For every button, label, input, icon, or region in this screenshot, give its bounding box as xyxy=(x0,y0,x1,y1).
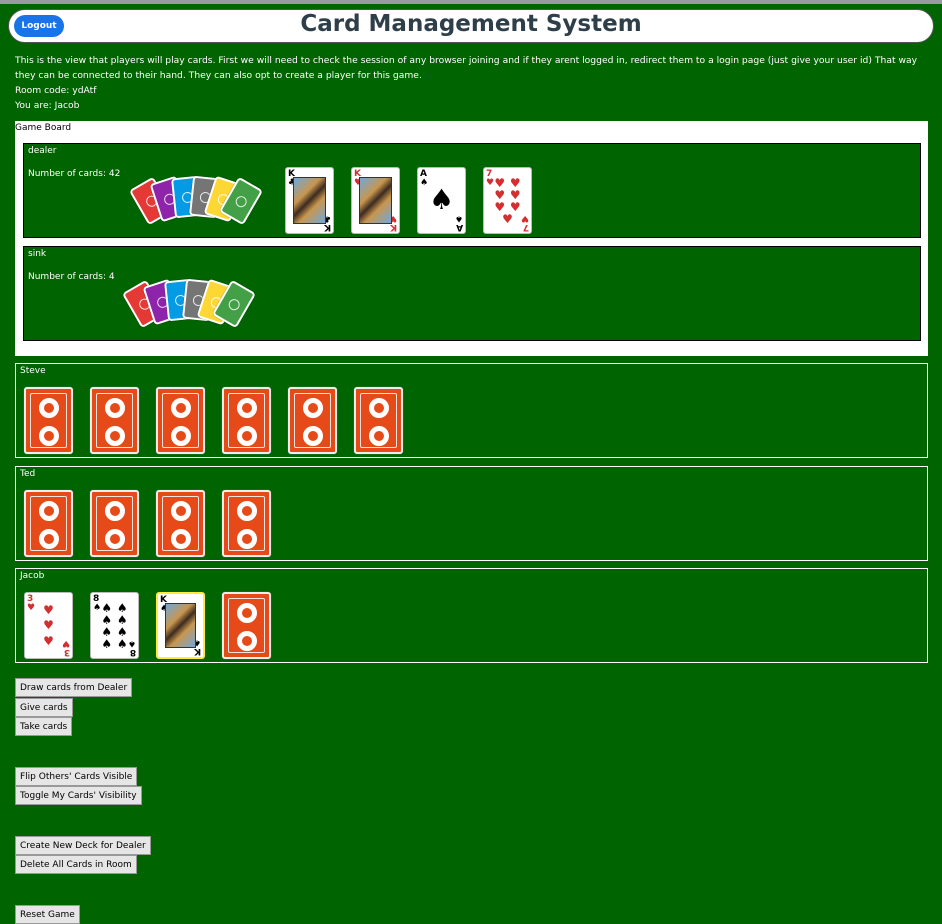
card-back-emblem-icon xyxy=(303,398,323,418)
card-suit-icon: ♥ xyxy=(43,602,54,617)
card-pips: ♠ ♠ ♠ ♠ ♠ ♠ ♠ ♠ xyxy=(99,602,130,651)
dealer-pile[interactable]: dealer Number of cards: 42 K♣K♣ K♥K♥ A♠A♠♠… xyxy=(23,143,921,238)
app-header: Logout Card Management System xyxy=(8,9,934,43)
card-suit-icon: ♥ xyxy=(43,618,54,633)
playing-card[interactable]: 8 ♠ 8 ♠ ♠ ♠ ♠ ♠ ♠ ♠ ♠ ♠ xyxy=(90,592,139,659)
card-back[interactable] xyxy=(156,387,205,454)
playing-card[interactable]: K♣K♣ xyxy=(285,167,334,234)
card-pips: ♥ ♥ ♥ xyxy=(33,602,64,649)
game-board: Game Board dealer Number of cards: 42 K♣… xyxy=(15,121,928,356)
card-back-emblem-icon xyxy=(105,501,125,521)
card-back-emblem-icon xyxy=(39,501,59,521)
reset-game-button[interactable]: Reset Game xyxy=(15,905,80,924)
player-name: Steve xyxy=(20,366,46,376)
playing-card[interactable]: K♥K♥ xyxy=(351,167,400,234)
card-back-emblem-icon xyxy=(105,398,125,418)
court-card-art xyxy=(165,603,196,648)
intro-description: This is the view that players will play … xyxy=(15,55,918,81)
card-back-emblem-icon xyxy=(171,426,191,446)
sink-pile[interactable]: sink Number of cards: 4 xyxy=(23,246,921,341)
playing-card[interactable]: K♠K♠ xyxy=(156,592,205,659)
card-pips: ♥ ♥ ♥ ♥ ♥ ♥ ♥ xyxy=(492,177,523,226)
card-back[interactable] xyxy=(156,490,205,557)
card-back[interactable] xyxy=(24,490,73,557)
card-back-emblem-icon xyxy=(237,529,257,549)
player-hand-steve: Steve xyxy=(15,363,928,458)
card-back-emblem-icon xyxy=(237,603,257,623)
draw-cards-button[interactable]: Draw cards from Dealer xyxy=(15,678,133,697)
card-back-emblem-icon xyxy=(39,398,59,418)
page-title: Card Management System xyxy=(300,11,642,37)
playing-card[interactable]: 7 ♥ 7 ♥ ♥ ♥ ♥ ♥ ♥ ♥ ♥ xyxy=(483,167,532,234)
player-name: Jacob xyxy=(20,571,45,581)
toggle-my-cards-button[interactable]: Toggle My Cards' Visibility xyxy=(15,786,142,805)
deck-stack-icon[interactable] xyxy=(121,269,262,334)
card-back-emblem-icon xyxy=(303,426,323,446)
take-cards-button[interactable]: Take cards xyxy=(15,717,73,736)
card-back-emblem-icon xyxy=(105,529,125,549)
card-back[interactable] xyxy=(24,387,73,454)
player-hand-ted: Ted xyxy=(15,466,928,561)
card-back-emblem-icon xyxy=(237,631,257,651)
player-name: Ted xyxy=(20,469,36,479)
card-back[interactable] xyxy=(222,490,271,557)
card-suit-icon: ♠ xyxy=(116,637,128,651)
card-back-emblem-icon xyxy=(171,529,191,549)
window-top-strip xyxy=(0,0,942,4)
game-board-label: Game Board xyxy=(15,123,72,133)
player-hand-jacob: Jacob 3♥3♥♥♥♥ 8♠8♠♠♠♠♠♠♠♠♠ K♠K♠ xyxy=(15,568,928,663)
card-back[interactable] xyxy=(222,387,271,454)
card-rank: A ♠ xyxy=(454,213,463,232)
card-back-emblem-icon xyxy=(39,426,59,446)
intro-text: This is the view that players will play … xyxy=(15,53,927,113)
delete-all-cards-button[interactable]: Delete All Cards in Room xyxy=(15,855,137,874)
pile-name: dealer xyxy=(28,146,57,156)
card-back-emblem-icon xyxy=(369,398,389,418)
card-back-emblem-icon xyxy=(237,426,257,446)
card-back[interactable] xyxy=(90,387,139,454)
card-back-emblem-icon xyxy=(105,426,125,446)
card-back[interactable] xyxy=(90,490,139,557)
flip-others-cards-button[interactable]: Flip Others' Cards Visible xyxy=(15,767,138,786)
pile-card-count: Number of cards: 4 xyxy=(28,272,115,282)
playing-card[interactable]: 3 ♥ 3 ♥ ♥ ♥ ♥ xyxy=(24,592,73,659)
card-suit-icon: ♠ xyxy=(428,183,455,216)
give-cards-button[interactable]: Give cards xyxy=(15,698,73,717)
pile-name: sink xyxy=(28,249,47,259)
pile-card-count: Number of cards: 42 xyxy=(28,169,121,179)
card-suit-icon: ♥ xyxy=(43,634,54,649)
card-back-emblem-icon xyxy=(171,501,191,521)
card-back-emblem-icon xyxy=(39,529,59,549)
card-back-emblem-icon xyxy=(171,398,191,418)
card-back-emblem-icon xyxy=(369,426,389,446)
current-player: You are: Jacob xyxy=(15,100,80,111)
create-deck-button[interactable]: Create New Deck for Dealer xyxy=(15,836,151,855)
card-back-emblem-icon xyxy=(237,501,257,521)
card-back[interactable] xyxy=(288,387,337,454)
room-code: Room code: ydAtf xyxy=(15,85,97,96)
card-back[interactable] xyxy=(222,592,271,659)
card-back[interactable] xyxy=(354,387,403,454)
playing-card[interactable]: A ♠ A ♠ ♠ xyxy=(417,167,466,234)
court-card-art xyxy=(359,177,392,224)
card-back-emblem-icon xyxy=(237,398,257,418)
card-suit-icon: ♥ xyxy=(502,212,513,226)
court-card-art xyxy=(293,177,326,224)
card-suit-icon: ♠ xyxy=(101,637,113,651)
deck-stack-icon[interactable] xyxy=(128,166,269,231)
